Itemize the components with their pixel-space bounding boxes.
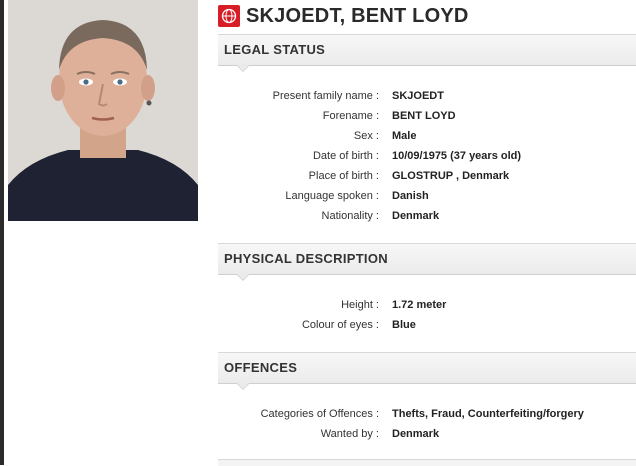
mugshot-photo xyxy=(8,0,198,221)
field-label: Nationality : xyxy=(321,210,379,222)
field-value: GLOSTRUP , Denmark xyxy=(392,170,510,182)
field-row: Date of birth : 10/09/1975 (37 years old… xyxy=(218,150,636,166)
interpol-globe-icon xyxy=(218,5,240,27)
field-value: Male xyxy=(392,130,417,142)
field-label: Sex : xyxy=(353,130,379,142)
field-row: Height : 1.72 meter xyxy=(218,299,636,315)
physical-description-header: PHYSICAL DESCRIPTION xyxy=(218,243,636,281)
section-title: LEGAL STATUS xyxy=(224,42,326,57)
field-row: Categories of Offences : Thefts, Fraud, … xyxy=(218,408,636,424)
title-row: SKJOEDT, BENT LOYD xyxy=(218,3,469,29)
field-row: Sex : Male xyxy=(218,130,636,146)
field-value: Blue xyxy=(392,319,416,331)
field-row: Forename : BENT LOYD xyxy=(218,110,636,126)
field-label: Wanted by : xyxy=(320,428,379,440)
field-row: Present family name : SKJOEDT xyxy=(218,90,636,106)
section-title: OFFENCES xyxy=(224,360,298,375)
field-label: Language spoken : xyxy=(285,190,379,202)
field-value: SKJOEDT xyxy=(392,90,444,102)
field-row: Colour of eyes : Blue xyxy=(218,319,636,335)
field-value: Danish xyxy=(392,190,429,202)
field-row: Language spoken : Danish xyxy=(218,190,636,206)
field-label: Colour of eyes : xyxy=(301,319,379,331)
field-label: Categories of Offences : xyxy=(260,408,379,420)
left-border xyxy=(0,0,4,465)
field-label: Date of birth : xyxy=(312,150,379,162)
field-row: Nationality : Denmark xyxy=(218,210,636,226)
field-value: Thefts, Fraud, Counterfeiting/forgery xyxy=(392,408,584,420)
field-label: Present family name : xyxy=(272,90,379,102)
section-title: PHYSICAL DESCRIPTION xyxy=(224,251,388,266)
legal-status-header: LEGAL STATUS xyxy=(218,34,636,72)
field-label: Height : xyxy=(341,299,379,311)
field-row: Place of birth : GLOSTRUP , Denmark xyxy=(218,170,636,186)
field-row: Wanted by : Denmark xyxy=(218,428,636,444)
field-value: 1.72 meter xyxy=(392,299,447,311)
field-value: Denmark xyxy=(392,428,440,440)
offences-header: OFFENCES xyxy=(218,352,636,390)
field-value: 10/09/1975 (37 years old) xyxy=(392,150,522,162)
field-label: Forename : xyxy=(322,110,379,122)
page-title: SKJOEDT, BENT LOYD xyxy=(246,4,469,27)
field-label: Place of birth : xyxy=(308,170,379,182)
field-value: BENT LOYD xyxy=(392,110,456,122)
field-value: Denmark xyxy=(392,210,440,222)
